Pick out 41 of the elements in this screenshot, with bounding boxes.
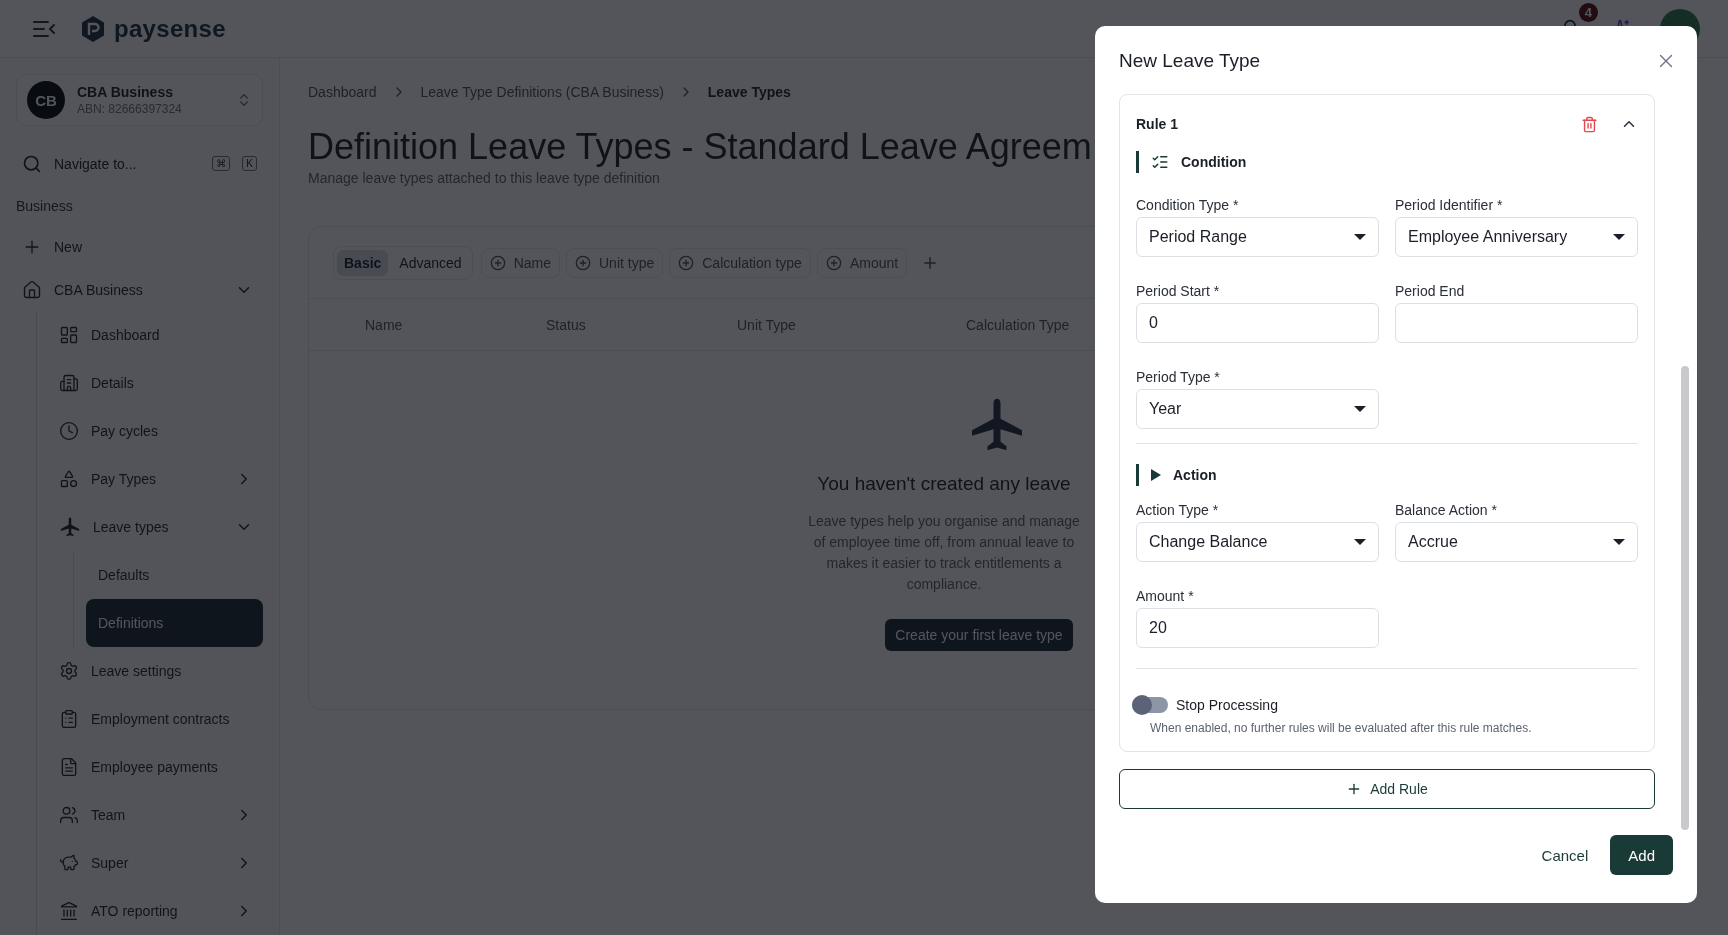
- business-name: CBA Business: [77, 84, 174, 100]
- section-heading: Business: [16, 196, 74, 216]
- breadcrumb[interactable]: Leave Types: [707, 84, 791, 100]
- select-field[interactable]: Employee Anniversary: [1395, 217, 1638, 257]
- toggle-hint: When enabled, no further rules will be evaluated after this rule matches.: [1150, 721, 1533, 735]
- toggle-label: Stop Processing: [1176, 697, 1278, 713]
- toggle-switch[interactable]: [1132, 697, 1168, 713]
- input-field[interactable]: 0: [1136, 303, 1379, 343]
- section-title: Condition: [1181, 154, 1247, 170]
- dialog-title: New Leave Type: [1119, 50, 1261, 72]
- delete-button[interactable]: [1581, 115, 1598, 133]
- field-label: Condition Type *: [1136, 197, 1240, 213]
- triangle-icon: [1151, 469, 1161, 481]
- caret-icon: [1613, 539, 1625, 545]
- page-title: Definition Leave Types - Standard Leave Agreem: [308, 126, 1092, 168]
- empty-title: You haven't created any leave: [817, 473, 1071, 495]
- input-field[interactable]: 20: [1136, 608, 1379, 648]
- field-label: Period Start *: [1136, 283, 1221, 299]
- select-field[interactable]: Change Balance: [1136, 522, 1379, 562]
- cancel-button[interactable]: Cancel: [1535, 838, 1595, 872]
- add-rule-button[interactable]: Add Rule: [1119, 769, 1655, 809]
- rule-title: Rule 1: [1136, 116, 1179, 132]
- caret-icon: [1354, 234, 1366, 240]
- select-field[interactable]: Period Range: [1136, 217, 1379, 257]
- field-label: Period End: [1395, 283, 1466, 299]
- select-field[interactable]: Year: [1136, 389, 1379, 429]
- field-label: Amount *: [1136, 588, 1195, 604]
- field-label: Period Type *: [1136, 369, 1221, 385]
- select-field[interactable]: Accrue: [1395, 522, 1638, 562]
- field-label: Action Type *: [1136, 502, 1220, 518]
- caret-icon: [1354, 539, 1366, 545]
- section-title: Action: [1173, 467, 1217, 483]
- add-button[interactable]: Add: [1610, 835, 1673, 875]
- caret-icon: [1613, 234, 1625, 240]
- input-field[interactable]: [1395, 303, 1638, 343]
- field-label: Balance Action *: [1395, 502, 1498, 518]
- trash-icon: [1581, 115, 1598, 133]
- list-check-icon: [1151, 153, 1169, 171]
- field-label: Period Identifier *: [1395, 197, 1504, 213]
- caret-icon: [1354, 406, 1366, 412]
- brand-name: paysense: [114, 14, 226, 43]
